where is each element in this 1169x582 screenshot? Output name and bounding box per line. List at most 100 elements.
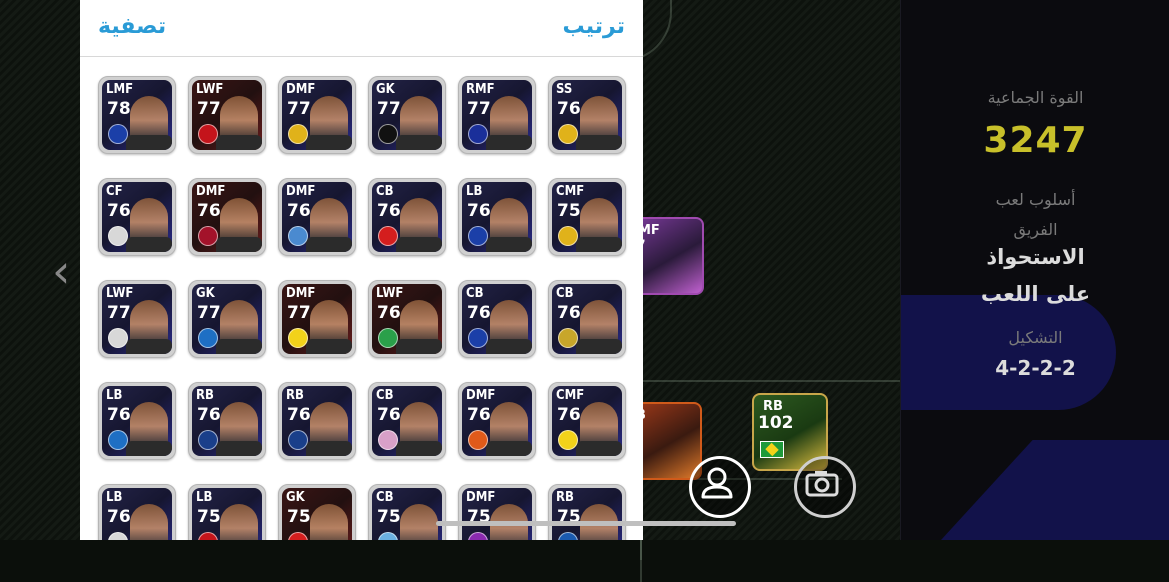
- club-badge-icon: [108, 532, 128, 540]
- player-shirt: [216, 135, 262, 150]
- play-style-value-2: على اللعب: [980, 282, 1091, 306]
- player-card[interactable]: CF 76: [98, 178, 176, 256]
- club-badge-icon: [108, 226, 128, 246]
- player-card[interactable]: CB 76: [548, 280, 626, 358]
- player-card[interactable]: LMF 78: [98, 76, 176, 154]
- club-badge-icon: [378, 532, 398, 540]
- player-position: DMF: [466, 490, 496, 505]
- player-card-art: LB 75: [192, 488, 262, 540]
- player-shirt: [216, 237, 262, 252]
- player-position: DMF: [286, 82, 316, 97]
- player-shirt: [396, 339, 442, 354]
- player-card[interactable]: DMF 75: [458, 484, 536, 540]
- player-card-art: CMF 76: [552, 386, 622, 456]
- player-card[interactable]: RMF 77: [458, 76, 536, 154]
- player-card[interactable]: CB 76: [368, 178, 446, 256]
- filter-button[interactable]: تصفية: [98, 14, 166, 39]
- player-card-art: RB 76: [282, 386, 352, 456]
- player-card-art: CB 76: [462, 284, 532, 354]
- player-card[interactable]: LWF 77: [98, 280, 176, 358]
- player-rating: 75: [287, 507, 311, 527]
- player-card[interactable]: RB 76: [188, 382, 266, 460]
- player-rating: 76: [287, 201, 311, 221]
- player-card[interactable]: LB 75: [188, 484, 266, 540]
- club-badge-icon: [378, 430, 398, 450]
- player-card[interactable]: SS 76: [548, 76, 626, 154]
- player-position: LWF: [106, 286, 134, 301]
- club-badge-icon: [288, 532, 308, 540]
- player-card-art: DMF 76: [282, 182, 352, 252]
- player-shirt: [126, 237, 172, 252]
- player-position: CMF: [556, 184, 585, 199]
- club-badge-icon: [468, 226, 488, 246]
- player-card[interactable]: CMF 76: [548, 382, 626, 460]
- player-position: LB: [196, 490, 213, 505]
- player-card[interactable]: CB 75: [368, 484, 446, 540]
- player-shirt: [576, 339, 622, 354]
- player-position: CF: [106, 184, 123, 199]
- player-rating: 77: [377, 99, 401, 119]
- player-card[interactable]: DMF 77: [278, 76, 356, 154]
- player-position: LB: [106, 388, 123, 403]
- player-card-art: DMF 77: [282, 80, 352, 150]
- club-badge-icon: [468, 328, 488, 348]
- play-style-value: الاستحواذ: [986, 245, 1085, 269]
- player-card[interactable]: LB 76: [98, 382, 176, 460]
- player-profile-button[interactable]: [689, 456, 751, 518]
- player-card-art: GK 77: [192, 284, 262, 354]
- player-list-panel: تصفية ترتيب LMF 78 LWF 77 DMF 77 GK 77 RMF 77 SS 76…: [80, 0, 643, 540]
- pitch-card-position: RB: [763, 399, 783, 414]
- team-strength-label: القوة الجماعية: [987, 88, 1084, 107]
- club-badge-icon: [378, 328, 398, 348]
- player-card-art: SS 76: [552, 80, 622, 150]
- player-card[interactable]: DMF 76: [458, 382, 536, 460]
- club-badge-icon: [378, 226, 398, 246]
- club-badge-icon: [198, 226, 218, 246]
- player-card[interactable]: CB 76: [458, 280, 536, 358]
- flag-icon: [760, 441, 784, 458]
- player-rating: 75: [557, 201, 581, 221]
- player-card-art: CB 76: [552, 284, 622, 354]
- player-card[interactable]: LB 76: [98, 484, 176, 540]
- player-card[interactable]: RB 76: [278, 382, 356, 460]
- player-card[interactable]: DMF 76: [278, 178, 356, 256]
- player-position: DMF: [286, 286, 316, 301]
- player-rating: 76: [107, 405, 131, 425]
- player-card[interactable]: CB 76: [368, 382, 446, 460]
- club-badge-icon: [198, 532, 218, 540]
- club-badge-icon: [198, 430, 218, 450]
- player-shirt: [576, 441, 622, 456]
- player-card[interactable]: RB 75: [548, 484, 626, 540]
- person-icon: [701, 467, 733, 499]
- player-card-art: DMF 76: [462, 386, 532, 456]
- player-position: CB: [556, 286, 574, 301]
- player-card[interactable]: DMF 76: [188, 178, 266, 256]
- club-badge-icon: [108, 124, 128, 144]
- player-rating: 77: [287, 303, 311, 323]
- formation-value: 4-2-2-2: [995, 356, 1076, 380]
- player-shirt: [486, 237, 532, 252]
- player-card[interactable]: GK 77: [188, 280, 266, 358]
- player-card[interactable]: DMF 77: [278, 280, 356, 358]
- player-card-art: LWF 77: [192, 80, 262, 150]
- player-card[interactable]: GK 75: [278, 484, 356, 540]
- player-shirt: [126, 441, 172, 456]
- player-card-art: LB 76: [462, 182, 532, 252]
- player-card[interactable]: CMF 75: [548, 178, 626, 256]
- home-indicator: [436, 521, 736, 526]
- club-badge-icon: [468, 124, 488, 144]
- player-rating: 76: [107, 201, 131, 221]
- player-card[interactable]: LWF 76: [368, 280, 446, 358]
- player-position: LB: [106, 490, 123, 505]
- chevron-left-icon[interactable]: ‹: [52, 248, 70, 294]
- player-shirt: [396, 135, 442, 150]
- camera-button[interactable]: [794, 456, 856, 518]
- player-position: GK: [286, 490, 305, 505]
- player-card[interactable]: LB 76: [458, 178, 536, 256]
- player-shirt: [396, 237, 442, 252]
- player-card[interactable]: GK 77: [368, 76, 446, 154]
- sort-button[interactable]: ترتيب: [563, 14, 625, 39]
- team-strength-value: 3247: [983, 120, 1088, 161]
- player-photo: [310, 504, 348, 540]
- player-card[interactable]: LWF 77: [188, 76, 266, 154]
